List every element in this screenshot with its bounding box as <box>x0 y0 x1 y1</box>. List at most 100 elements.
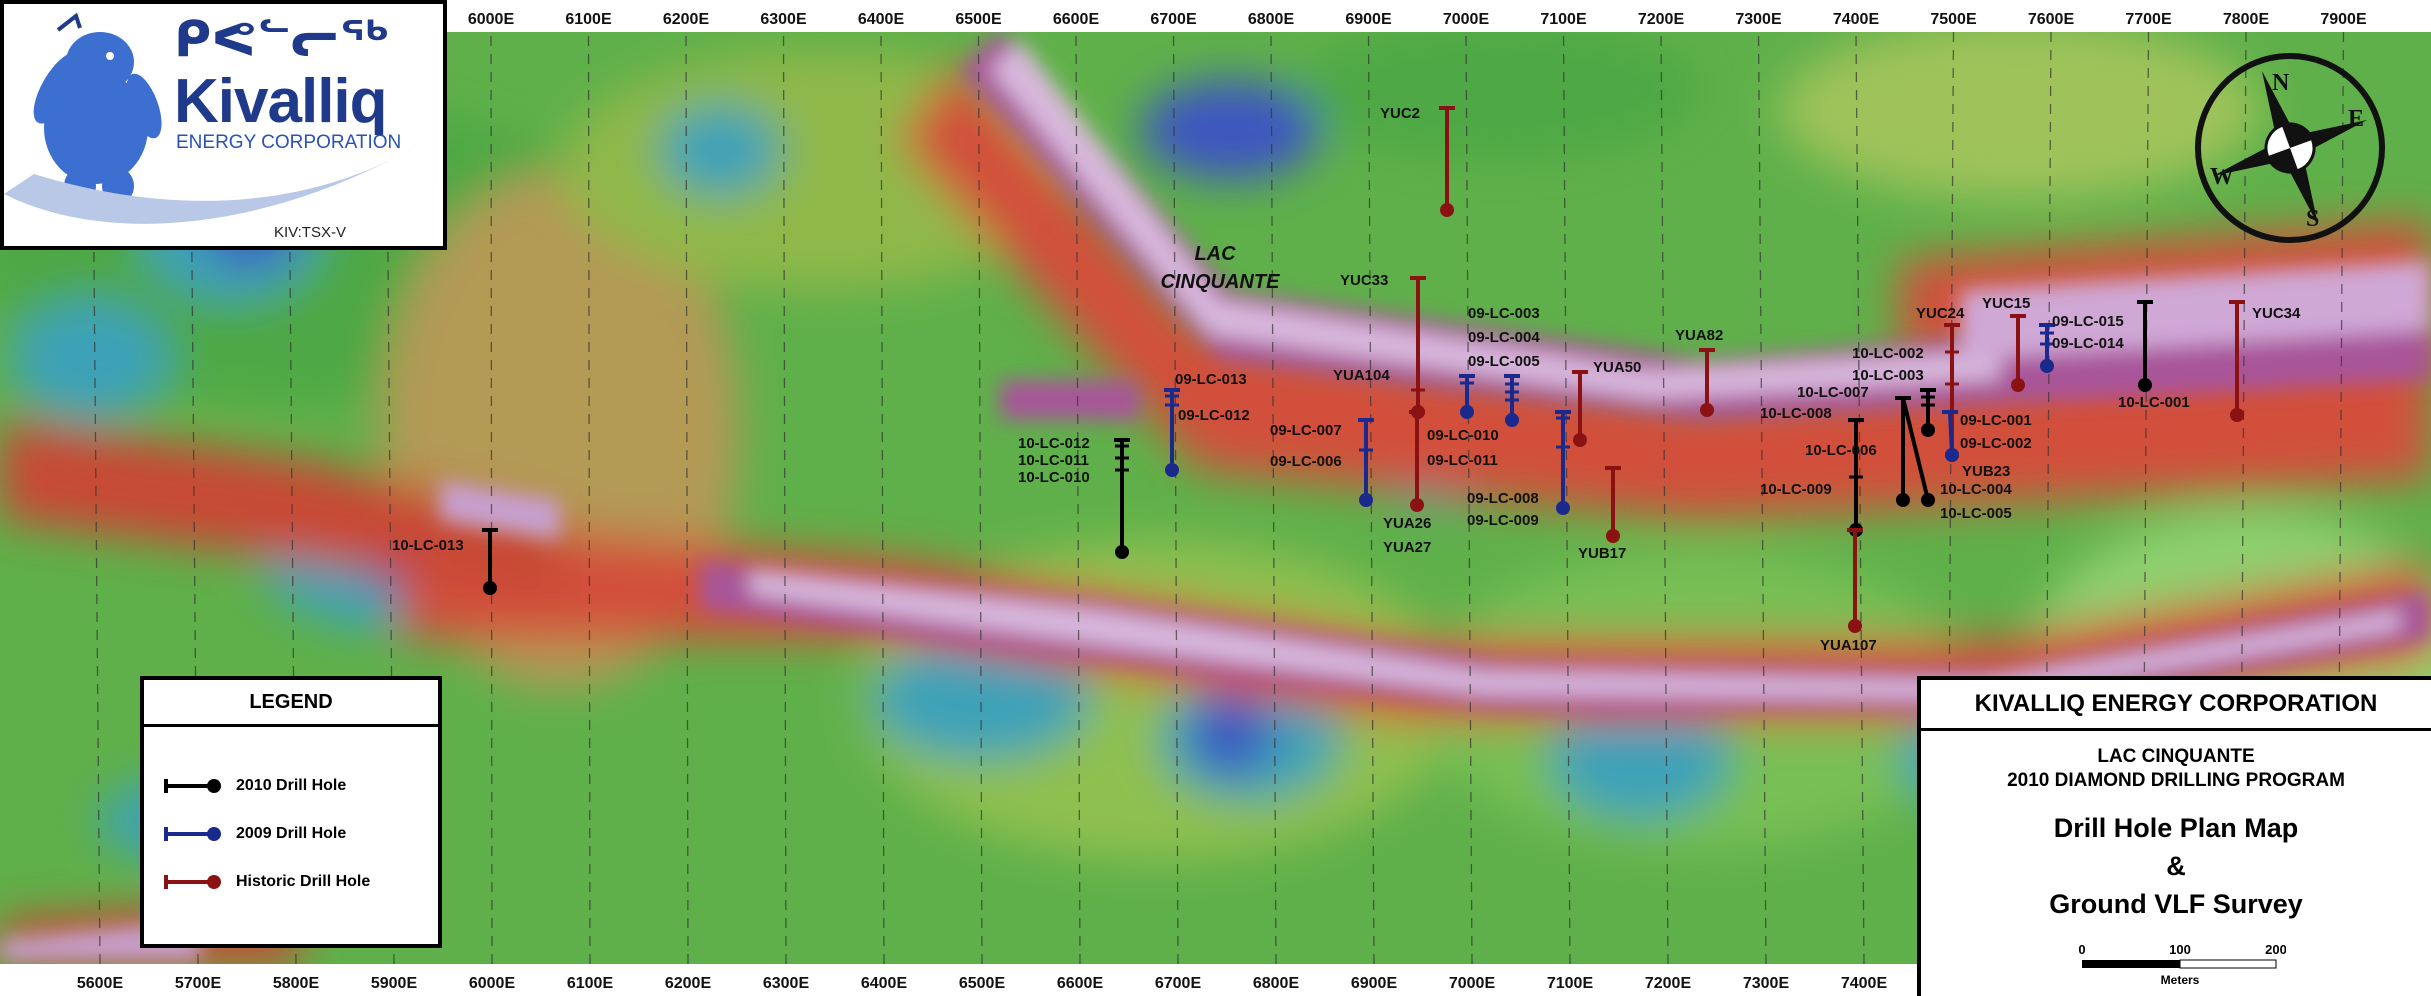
legend-title: LEGEND <box>144 680 438 727</box>
drill-hole-end <box>1606 529 1620 543</box>
scale-bar: 0 100 200 Meters <box>2078 942 2286 987</box>
drill-hole-label: 10-LC-006 <box>1805 442 1877 459</box>
scale-label-100: 100 <box>2169 942 2191 957</box>
bottom-tick-label: 7200E <box>1645 975 1692 992</box>
legend-label-2009: 2009 Drill Hole <box>236 825 347 842</box>
bottom-tick-label: 7000E <box>1449 975 1496 992</box>
drill-hole-label: 10-LC-012 <box>1018 435 1090 452</box>
drill-hole-2009-icon <box>164 827 221 841</box>
drill-hole-historic-icon <box>164 875 221 889</box>
drill-hole-end <box>1440 203 1454 217</box>
compass-w: W <box>2210 164 2234 190</box>
drill-hole-end <box>1359 493 1373 507</box>
legend-item-2010: 2010 Drill Hole <box>162 774 346 798</box>
top-tick-label: 7500E <box>1930 11 1977 28</box>
drill-hole-end <box>1410 498 1424 512</box>
logo-subtitle: ENERGY CORPORATION <box>176 132 402 153</box>
top-tick-label: 7600E <box>2028 11 2075 28</box>
drill-hole-label: 10-LC-007 <box>1797 384 1869 401</box>
top-tick-label: 7900E <box>2320 11 2367 28</box>
top-tick-label: 6300E <box>760 11 807 28</box>
drill-hole-label: 09-LC-002 <box>1960 435 2032 452</box>
drill-hole-label: 09-LC-004 <box>1468 329 1540 346</box>
drill-hole-end <box>1945 448 1959 462</box>
drill-hole-label: 10-LC-013 <box>392 537 464 554</box>
drill-hole-2010-icon <box>164 779 221 793</box>
drill-hole-end <box>2011 378 2025 392</box>
drill-hole-label: 09-LC-003 <box>1468 305 1540 322</box>
drill-hole-label: 09-LC-011 <box>1427 452 1498 469</box>
top-tick-label: 7100E <box>1540 11 1587 28</box>
drill-hole-label: YUC34 <box>2252 305 2301 322</box>
bottom-tick-label: 6000E <box>469 975 516 992</box>
drill-hole-label: YUA104 <box>1333 367 1390 384</box>
drill-hole-end <box>1573 433 1587 447</box>
lake-label-line2: CINQUANTE <box>1161 271 1281 293</box>
drill-hole-end <box>1505 413 1519 427</box>
drill-hole-end <box>1115 545 1129 559</box>
drill-hole-label: YUC2 <box>1380 105 1420 122</box>
title-company: KIVALLIQ ENERGY CORPORATION <box>1921 680 2431 731</box>
scale-label-200: 200 <box>2265 942 2286 957</box>
legend-item-2009: 2009 Drill Hole <box>162 822 346 846</box>
drill-hole-end <box>1700 403 1714 417</box>
bottom-tick-label: 6400E <box>861 975 908 992</box>
legend-label-2010: 2010 Drill Hole <box>236 777 347 794</box>
drill-hole-end <box>2138 378 2152 392</box>
drill-hole-label: 09-LC-010 <box>1427 427 1499 444</box>
drill-hole-label: 09-LC-012 <box>1178 407 1250 424</box>
drill-hole-label: 09-LC-006 <box>1270 453 1342 470</box>
drill-hole-end <box>483 581 497 595</box>
top-tick-label: 6900E <box>1345 11 1392 28</box>
drill-hole-end <box>1460 405 1474 419</box>
drill-hole-label: 09-LC-015 <box>2052 313 2124 330</box>
drill-hole-end <box>1921 423 1935 437</box>
drill-hole-end <box>1848 619 1862 633</box>
drill-hole-label: YUC24 <box>1916 305 1965 322</box>
top-tick-label: 7800E <box>2223 11 2270 28</box>
bottom-tick-label: 7400E <box>1841 975 1888 992</box>
drill-hole-label: 10-LC-002 <box>1852 345 1924 362</box>
top-tick-label: 6000E <box>468 11 515 28</box>
drill-hole-label: 09-LC-008 <box>1467 490 1539 507</box>
drill-hole-end <box>1896 493 1910 507</box>
top-tick-label: 6200E <box>663 11 710 28</box>
top-tick-label: 6800E <box>1248 11 1295 28</box>
bottom-tick-label: 5700E <box>175 975 222 992</box>
top-tick-label: 7300E <box>1735 11 1782 28</box>
compass-s: S <box>2306 206 2319 232</box>
logo-ticker: KIV:TSX-V <box>274 224 346 241</box>
drill-hole-label: YUA26 <box>1383 515 1431 532</box>
logo-syllabics: ᑭᕙᓪᓕᖅ <box>174 10 390 68</box>
top-tick-label: 6500E <box>955 11 1002 28</box>
top-tick-label: 7200E <box>1638 11 1685 28</box>
bottom-tick-label: 5600E <box>77 975 124 992</box>
title-project: LAC CINQUANTE 2010 DIAMOND DRILLING PROG… <box>1921 745 2431 793</box>
drill-hole-label: 10-LC-010 <box>1018 469 1090 486</box>
top-tick-label: 7400E <box>1833 11 1880 28</box>
bottom-tick-label: 6500E <box>959 975 1006 992</box>
title-main-line2: & <box>2166 851 2186 881</box>
compass-e: E <box>2348 106 2364 132</box>
drill-hole-label: YUA50 <box>1593 359 1641 376</box>
drill-hole-label: 09-LC-009 <box>1467 512 1539 529</box>
top-tick-label: 6700E <box>1150 11 1197 28</box>
drill-hole-label: 10-LC-005 <box>1940 505 2012 522</box>
title-main-line1: Drill Hole Plan Map <box>2053 813 2299 843</box>
drill-hole-end <box>1921 493 1935 507</box>
bottom-tick-label: 6600E <box>1057 975 1104 992</box>
title-block: KIVALLIQ ENERGY CORPORATION LAC CINQUANT… <box>1917 676 2431 996</box>
bottom-tick-label: 5800E <box>273 975 320 992</box>
top-tick-label: 6600E <box>1053 11 1100 28</box>
legend-item-historic: Historic Drill Hole <box>162 870 370 894</box>
legend-label-historic: Historic Drill Hole <box>236 873 371 890</box>
bottom-tick-label: 5900E <box>371 975 418 992</box>
bottom-tick-label: 6700E <box>1155 975 1202 992</box>
drill-hole-label: 09-LC-014 <box>2052 335 2124 352</box>
logo-panel: ᑭᕙᓪᓕᖅ Kivalliq ENERGY CORPORATION KIV:TS… <box>0 0 447 250</box>
drill-hole-label: YUA27 <box>1383 539 1431 556</box>
drill-hole-end <box>2230 408 2244 422</box>
scale-unit: Meters <box>2161 973 2200 987</box>
top-tick-label: 7700E <box>2125 11 2172 28</box>
drill-hole-label: YUB17 <box>1578 545 1626 562</box>
